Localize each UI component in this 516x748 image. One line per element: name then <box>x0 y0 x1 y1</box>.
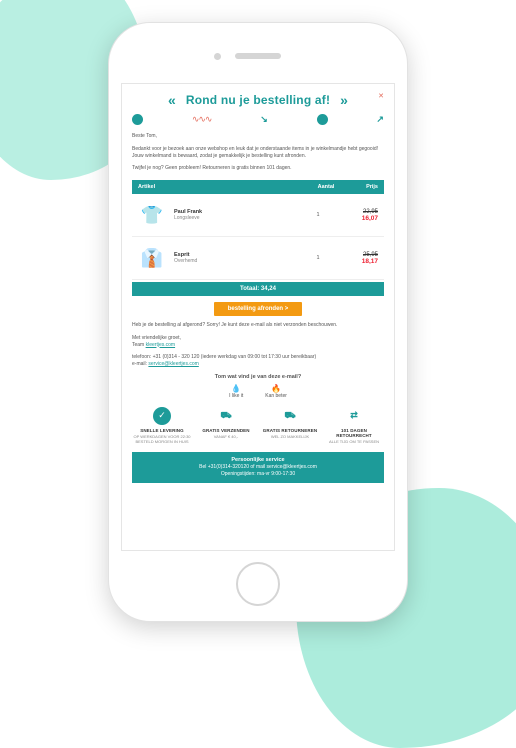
contact-email-prefix: e-mail: <box>132 361 148 367</box>
chevron-left-icon: « <box>168 92 176 108</box>
signoff: Met vriendelijke groet, Team kleertjes.c… <box>132 335 384 349</box>
col-price: Prijs <box>346 184 378 190</box>
product-qty: 1 <box>298 255 338 261</box>
contact-email-link[interactable]: service@kleertjes.com <box>148 361 198 367</box>
usp-free-shipping: ⛟ GRATIS VERZENDEN VANAF € 40,- <box>196 407 256 444</box>
intro-text: Bedankt voor je bezoek aan onze webshop … <box>132 146 384 160</box>
email-header: « Rond nu je bestelling af! » ✕ <box>132 92 384 108</box>
contact-tel: telefoon: +31 (0)314 - 320 120 (iedere w… <box>132 354 316 360</box>
footer-line: Openingstijden: ma-vr 9:00-17:30 <box>136 471 380 478</box>
feedback-like-label: I like it <box>229 393 243 399</box>
usp-sub: ALLE TIJD OM TE PASSEN <box>324 439 384 444</box>
product-type: Overhemd <box>174 258 290 264</box>
cart-table-header: Artikel Aantal Prijs <box>132 180 384 194</box>
signoff-greet: Met vriendelijke groet, <box>132 335 181 341</box>
chevron-right-icon: » <box>340 92 348 108</box>
decorative-row: ∿∿∿ ↘ ↗ <box>132 114 384 125</box>
arrow-icon: ↘ <box>260 114 268 125</box>
usp-row: ✓ SNELLE LEVERING OP WERKDAGEN VOOR 22:3… <box>132 407 384 444</box>
greeting: Beste Tom, <box>132 133 384 140</box>
zigzag-icon: ∿∿∿ <box>192 114 212 125</box>
usp-sub: WEL ZO MAKKELIJK <box>260 434 320 439</box>
feedback-options: 💧 I like it 🔥 Kan beter <box>132 384 384 399</box>
product-thumbnail: 👔 <box>138 243 166 273</box>
feedback-better-label: Kan beter <box>265 393 287 399</box>
email-title: Rond nu je bestelling af! <box>186 93 330 107</box>
intro-text-2: Twijfel je nog? Geen probleem! Retourner… <box>132 165 384 172</box>
fire-icon: 🔥 <box>265 384 287 393</box>
feedback-better-button[interactable]: 🔥 Kan beter <box>265 384 287 399</box>
cart-total: Totaal: 34,24 <box>132 282 384 296</box>
usp-title: 101 DAGEN RETOURRECHT <box>324 428 384 438</box>
product-type: Longsleeve <box>174 215 290 221</box>
already-ordered-note: Heb je de bestelling al afgerond? Sorry!… <box>132 322 384 329</box>
complete-order-button[interactable]: bestelling afronden > <box>214 302 303 316</box>
clock-icon: ✓ <box>153 407 171 425</box>
usp-return-right: ⇄ 101 DAGEN RETOURRECHT ALLE TIJD OM TE … <box>324 407 384 444</box>
email-screen: « Rond nu je bestelling af! » ✕ ∿∿∿ ↘ ↗ … <box>121 83 395 551</box>
usp-title: GRATIS RETOURNEREN <box>260 428 320 433</box>
contact-block: telefoon: +31 (0)314 - 320 120 (iedere w… <box>132 354 384 368</box>
exchange-icon: ⇄ <box>345 407 363 425</box>
dot-icon <box>132 114 143 125</box>
phone-home-button <box>236 562 280 606</box>
col-article: Artikel <box>138 184 306 190</box>
phone-mockup: « Rond nu je bestelling af! » ✕ ∿∿∿ ↘ ↗ … <box>108 22 408 622</box>
product-thumbnail: 👕 <box>138 200 166 230</box>
email-footer: Persoonlijke service Bel +31(0)314-32012… <box>132 452 384 483</box>
truck-icon: ⛟ <box>217 407 235 425</box>
usp-free-returns: ⛟ GRATIS RETOURNEREN WEL ZO MAKKELIJK <box>260 407 320 444</box>
feedback-title: Tom wat vind je van deze e-mail? <box>132 374 384 380</box>
price-new: 18,17 <box>346 258 378 265</box>
cart-item: 👔 Esprit Overhemd 1 25,95 18,17 <box>132 237 384 280</box>
col-qty: Aantal <box>306 184 346 190</box>
feedback-like-button[interactable]: 💧 I like it <box>229 384 243 399</box>
usp-title: SNELLE LEVERING <box>132 428 192 433</box>
phone-speaker <box>235 53 281 59</box>
signoff-team-prefix: Team <box>132 342 146 348</box>
price-new: 16,07 <box>346 215 378 222</box>
usp-title: GRATIS VERZENDEN <box>196 428 256 433</box>
dot-icon <box>317 114 328 125</box>
footer-line: Bel +31(0)314-320120 of mail service@kle… <box>136 464 380 471</box>
close-icon[interactable]: ✕ <box>378 92 384 100</box>
phone-camera <box>214 53 221 60</box>
cart-item: 👕 Paul Frank Longsleeve 1 22,95 16,07 <box>132 194 384 237</box>
usp-fast-delivery: ✓ SNELLE LEVERING OP WERKDAGEN VOOR 22:3… <box>132 407 192 444</box>
footer-title: Persoonlijke service <box>136 457 380 464</box>
arrow-icon: ↗ <box>376 114 384 125</box>
product-qty: 1 <box>298 212 338 218</box>
team-link[interactable]: kleertjes.com <box>146 342 175 348</box>
return-truck-icon: ⛟ <box>281 407 299 425</box>
usp-sub: OP WERKDAGEN VOOR 22:30 BESTELD MORGEN I… <box>132 434 192 444</box>
usp-sub: VANAF € 40,- <box>196 434 256 439</box>
thumbs-up-icon: 💧 <box>229 384 243 393</box>
